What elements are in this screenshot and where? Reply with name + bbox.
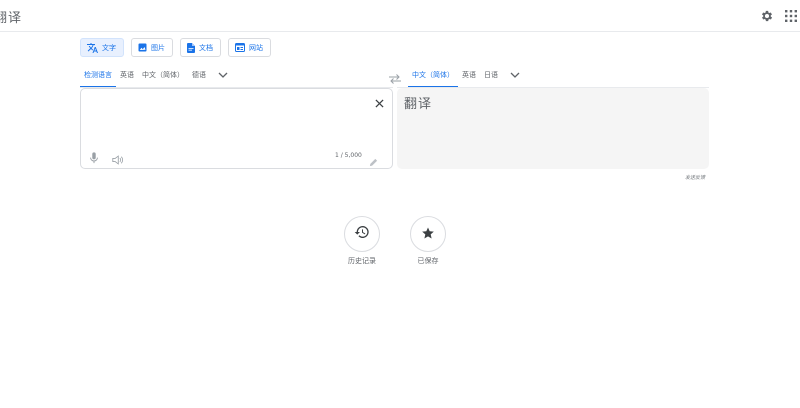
apps-icon[interactable] (783, 8, 799, 24)
mode-image-button[interactable]: 图片 (131, 38, 173, 57)
pencil-icon[interactable] (369, 152, 379, 167)
mode-text-label: 文字 (102, 43, 116, 52)
target-lang-chinese[interactable]: 中文（简体） (408, 66, 458, 88)
mode-bar: 文字 图片 文档 网站 (80, 38, 271, 57)
translation-output: 翻译 (404, 97, 433, 112)
app-title: 翻译 (0, 11, 23, 26)
clear-icon[interactable] (372, 96, 386, 110)
top-bar: 翻译 (0, 0, 800, 32)
target-lang-english[interactable]: 英语 (458, 66, 480, 88)
source-language-tabs: 检测语言 英语 中文（简体） 德语 (80, 66, 230, 88)
source-lang-german[interactable]: 德语 (188, 66, 210, 88)
target-language-tabs: 中文（简体） 英语 日语 (408, 66, 522, 88)
microphone-icon[interactable] (89, 149, 101, 164)
image-icon (138, 43, 147, 52)
source-panel: 1 / 5,000 (80, 88, 393, 169)
source-lang-detect[interactable]: 检测语言 (80, 66, 116, 88)
speaker-icon[interactable] (112, 150, 124, 165)
website-icon (235, 43, 245, 52)
saved-button[interactable] (410, 216, 446, 252)
target-lang-japanese[interactable]: 日语 (480, 66, 502, 88)
mode-website-button[interactable]: 网站 (228, 38, 271, 57)
character-count: 1 / 5,000 (335, 152, 362, 159)
history-label: 历史记录 (348, 257, 376, 265)
document-icon (187, 42, 195, 53)
star-icon (421, 225, 435, 244)
source-text-input[interactable] (89, 97, 369, 137)
feedback-link[interactable]: 发送反馈 (685, 174, 705, 181)
target-panel: 翻译 (397, 88, 709, 169)
mode-document-button[interactable]: 文档 (180, 38, 221, 57)
mode-website-label: 网站 (249, 43, 263, 52)
history-icon (354, 224, 370, 244)
translate-icon (87, 42, 98, 53)
mode-text-button[interactable]: 文字 (80, 38, 124, 57)
source-lang-english[interactable]: 英语 (116, 66, 138, 88)
mode-document-label: 文档 (199, 43, 213, 52)
mode-image-label: 图片 (151, 43, 165, 52)
swap-languages-icon[interactable] (388, 70, 402, 84)
source-lang-more-icon[interactable] (216, 68, 230, 82)
source-lang-chinese[interactable]: 中文（简体） (138, 66, 188, 88)
history-button[interactable] (344, 216, 380, 252)
target-lang-more-icon[interactable] (508, 68, 522, 82)
saved-label: 已保存 (417, 257, 439, 265)
settings-icon[interactable] (759, 8, 775, 24)
